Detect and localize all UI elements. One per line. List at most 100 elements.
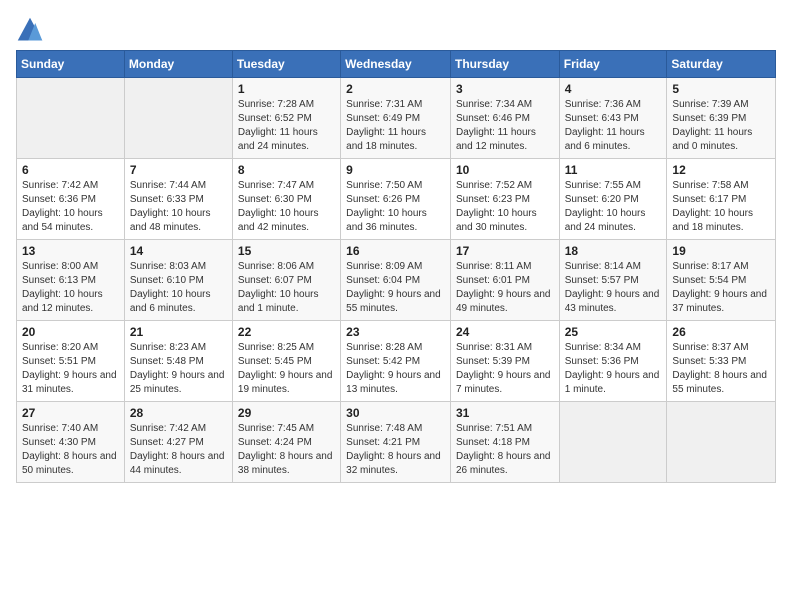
weekday-header: Friday <box>559 51 667 78</box>
day-info: Sunrise: 7:44 AMSunset: 6:33 PMDaylight:… <box>130 179 227 235</box>
calendar-cell: 19Sunrise: 8:17 AMSunset: 5:54 PMDayligh… <box>667 240 776 321</box>
calendar-cell: 17 Sunrise: 8:11 AMSunset: 6:01 PMDayligh… <box>450 240 559 321</box>
calendar-cell: 16Sunrise: 8:09 AMSunset: 6:04 PMDayligh… <box>341 240 451 321</box>
calendar-cell: 5 Sunrise: 7:39 AMSunset: 6:39 PMDaylight… <box>667 78 776 159</box>
calendar-cell: 12 Sunrise: 7:58 AMSunset: 6:17 PMDayligh… <box>667 159 776 240</box>
page-header <box>16 16 776 44</box>
day-number: 8 <box>238 163 335 177</box>
day-number: 20 <box>22 325 119 339</box>
calendar-cell: 29 Sunrise: 7:45 AMSunset: 4:24 PMDayligh… <box>232 402 340 483</box>
calendar-cell: 9 Sunrise: 7:50 AMSunset: 6:26 PMDaylight… <box>341 159 451 240</box>
calendar-cell: 1 Sunrise: 7:28 AMSunset: 6:52 PMDaylight… <box>232 78 340 159</box>
day-info: Sunrise: 8:03 AMSunset: 6:10 PMDaylight:… <box>130 260 227 316</box>
day-info: Sunrise: 8:28 AMSunset: 5:42 PMDaylight:… <box>346 341 445 397</box>
calendar-cell: 2 Sunrise: 7:31 AMSunset: 6:49 PMDaylight… <box>341 78 451 159</box>
weekday-header: Sunday <box>17 51 125 78</box>
day-info: Sunrise: 8:00 AMSunset: 6:13 PMDaylight:… <box>22 260 119 316</box>
day-info: Sunrise: 7:52 AMSunset: 6:23 PMDaylight:… <box>456 179 554 235</box>
weekday-header: Tuesday <box>232 51 340 78</box>
calendar-cell: 23 Sunrise: 8:28 AMSunset: 5:42 PMDayligh… <box>341 321 451 402</box>
day-number: 5 <box>672 82 770 96</box>
calendar-week-row: 20 Sunrise: 8:20 AMSunset: 5:51 PMDayligh… <box>17 321 776 402</box>
day-info: Sunrise: 8:34 AMSunset: 5:36 PMDaylight:… <box>565 341 662 397</box>
calendar-cell: 30Sunrise: 7:48 AMSunset: 4:21 PMDayligh… <box>341 402 451 483</box>
day-number: 22 <box>238 325 335 339</box>
day-info: Sunrise: 8:09 AMSunset: 6:04 PMDaylight:… <box>346 260 445 316</box>
logo <box>16 16 48 44</box>
calendar-cell: 7 Sunrise: 7:44 AMSunset: 6:33 PMDaylight… <box>124 159 232 240</box>
calendar-cell: 24 Sunrise: 8:31 AMSunset: 5:39 PMDayligh… <box>450 321 559 402</box>
day-info: Sunrise: 7:45 AMSunset: 4:24 PMDaylight:… <box>238 422 335 478</box>
day-number: 23 <box>346 325 445 339</box>
day-info: Sunrise: 7:42 AMSunset: 4:27 PMDaylight:… <box>130 422 227 478</box>
day-number: 10 <box>456 163 554 177</box>
calendar-week-row: 6 Sunrise: 7:42 AMSunset: 6:36 PMDaylight… <box>17 159 776 240</box>
day-info: Sunrise: 7:55 AMSunset: 6:20 PMDaylight:… <box>565 179 662 235</box>
calendar-cell: 21 Sunrise: 8:23 AMSunset: 5:48 PMDayligh… <box>124 321 232 402</box>
calendar-cell: 11Sunrise: 7:55 AMSunset: 6:20 PMDayligh… <box>559 159 667 240</box>
day-number: 29 <box>238 406 335 420</box>
calendar-cell: 27 Sunrise: 7:40 AMSunset: 4:30 PMDayligh… <box>17 402 125 483</box>
day-info: Sunrise: 7:50 AMSunset: 6:26 PMDaylight:… <box>346 179 445 235</box>
calendar-cell: 3Sunrise: 7:34 AMSunset: 6:46 PMDaylight… <box>450 78 559 159</box>
day-number: 13 <box>22 244 119 258</box>
day-number: 2 <box>346 82 445 96</box>
day-number: 24 <box>456 325 554 339</box>
day-info: Sunrise: 8:37 AMSunset: 5:33 PMDaylight:… <box>672 341 770 397</box>
day-info: Sunrise: 7:28 AMSunset: 6:52 PMDaylight:… <box>238 98 335 154</box>
day-info: Sunrise: 7:51 AMSunset: 4:18 PMDaylight:… <box>456 422 554 478</box>
day-info: Sunrise: 7:39 AMSunset: 6:39 PMDaylight:… <box>672 98 770 154</box>
calendar-cell: 26 Sunrise: 8:37 AMSunset: 5:33 PMDayligh… <box>667 321 776 402</box>
calendar-cell: 10 Sunrise: 7:52 AMSunset: 6:23 PMDayligh… <box>450 159 559 240</box>
day-info: Sunrise: 8:20 AMSunset: 5:51 PMDaylight:… <box>22 341 119 397</box>
calendar-week-row: 13 Sunrise: 8:00 AMSunset: 6:13 PMDayligh… <box>17 240 776 321</box>
day-info: Sunrise: 7:40 AMSunset: 4:30 PMDaylight:… <box>22 422 119 478</box>
day-number: 1 <box>238 82 335 96</box>
day-number: 31 <box>456 406 554 420</box>
day-info: Sunrise: 8:31 AMSunset: 5:39 PMDaylight:… <box>456 341 554 397</box>
day-number: 19 <box>672 244 770 258</box>
day-number: 14 <box>130 244 227 258</box>
calendar-cell <box>17 78 125 159</box>
day-info: Sunrise: 7:42 AMSunset: 6:36 PMDaylight:… <box>22 179 119 235</box>
weekday-header: Thursday <box>450 51 559 78</box>
day-number: 26 <box>672 325 770 339</box>
calendar-cell: 25 Sunrise: 8:34 AMSunset: 5:36 PMDayligh… <box>559 321 667 402</box>
calendar-cell: 18Sunrise: 8:14 AMSunset: 5:57 PMDayligh… <box>559 240 667 321</box>
calendar-cell: 8 Sunrise: 7:47 AMSunset: 6:30 PMDaylight… <box>232 159 340 240</box>
day-number: 28 <box>130 406 227 420</box>
weekday-header-row: SundayMondayTuesdayWednesdayThursdayFrid… <box>17 51 776 78</box>
day-info: Sunrise: 7:36 AMSunset: 6:43 PMDaylight:… <box>565 98 662 154</box>
calendar-cell <box>667 402 776 483</box>
day-number: 7 <box>130 163 227 177</box>
day-info: Sunrise: 8:23 AMSunset: 5:48 PMDaylight:… <box>130 341 227 397</box>
day-number: 21 <box>130 325 227 339</box>
day-number: 6 <box>22 163 119 177</box>
calendar-cell <box>559 402 667 483</box>
calendar-cell: 28 Sunrise: 7:42 AMSunset: 4:27 PMDayligh… <box>124 402 232 483</box>
day-number: 18 <box>565 244 662 258</box>
logo-icon <box>16 16 44 44</box>
calendar-week-row: 27 Sunrise: 7:40 AMSunset: 4:30 PMDayligh… <box>17 402 776 483</box>
day-info: Sunrise: 7:58 AMSunset: 6:17 PMDaylight:… <box>672 179 770 235</box>
day-info: Sunrise: 8:25 AMSunset: 5:45 PMDaylight:… <box>238 341 335 397</box>
day-number: 15 <box>238 244 335 258</box>
calendar-week-row: 1 Sunrise: 7:28 AMSunset: 6:52 PMDaylight… <box>17 78 776 159</box>
calendar-cell: 14 Sunrise: 8:03 AMSunset: 6:10 PMDayligh… <box>124 240 232 321</box>
day-info: Sunrise: 8:06 AMSunset: 6:07 PMDaylight:… <box>238 260 335 316</box>
day-info: Sunrise: 7:47 AMSunset: 6:30 PMDaylight:… <box>238 179 335 235</box>
weekday-header: Saturday <box>667 51 776 78</box>
day-number: 17 <box>456 244 554 258</box>
day-number: 9 <box>346 163 445 177</box>
day-number: 12 <box>672 163 770 177</box>
day-number: 27 <box>22 406 119 420</box>
day-number: 4 <box>565 82 662 96</box>
day-info: Sunrise: 7:48 AMSunset: 4:21 PMDaylight:… <box>346 422 445 478</box>
weekday-header: Wednesday <box>341 51 451 78</box>
day-info: Sunrise: 7:31 AMSunset: 6:49 PMDaylight:… <box>346 98 445 154</box>
day-number: 25 <box>565 325 662 339</box>
calendar: SundayMondayTuesdayWednesdayThursdayFrid… <box>16 50 776 483</box>
day-info: Sunrise: 8:11 AMSunset: 6:01 PMDaylight:… <box>456 260 554 316</box>
calendar-cell: 4 Sunrise: 7:36 AMSunset: 6:43 PMDaylight… <box>559 78 667 159</box>
day-number: 3 <box>456 82 554 96</box>
